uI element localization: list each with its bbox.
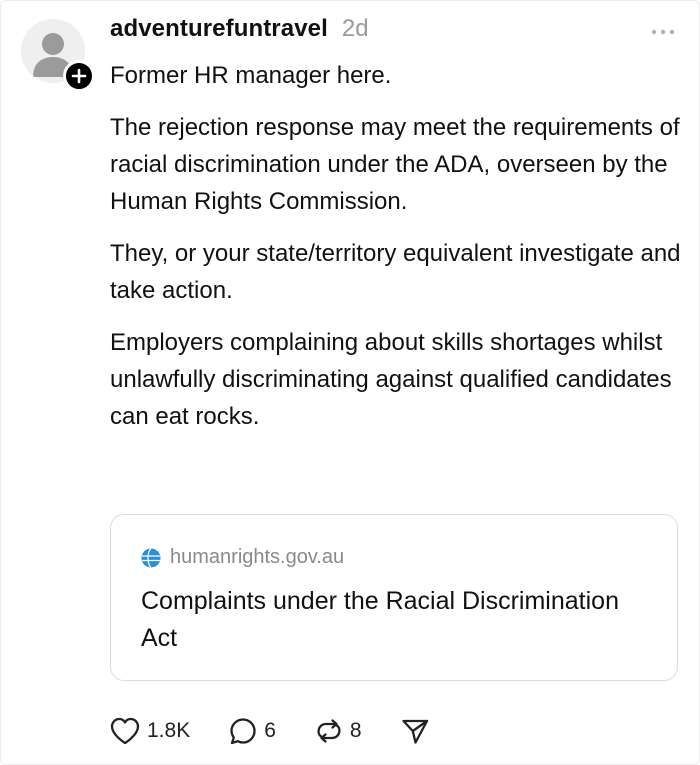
post-paragraph: They, or your state/territory equivalent… xyxy=(110,240,681,304)
avatar-group xyxy=(21,19,95,92)
action-bar: 1.8K 6 8 xyxy=(109,714,468,748)
post-body: Former HR manager here. The rejection re… xyxy=(110,57,690,450)
plus-icon xyxy=(71,68,87,84)
link-title: Complaints under the Racial Discriminati… xyxy=(141,587,619,652)
reply-count: 6 xyxy=(264,719,276,742)
heart-icon xyxy=(110,717,140,745)
globe-icon xyxy=(141,547,161,568)
post-paragraph: Employers complaining about skills short… xyxy=(110,329,672,430)
post-container: adventurefuntravel 2d Former HR manager … xyxy=(0,0,700,765)
username[interactable]: adventurefuntravel xyxy=(110,15,328,43)
like-button[interactable]: 1.8K xyxy=(109,716,190,746)
ellipsis-icon xyxy=(651,29,675,35)
timestamp: 2d xyxy=(341,15,369,42)
more-options-button[interactable] xyxy=(647,21,679,43)
link-domain-row: humanrights.gov.au xyxy=(141,546,344,569)
repost-icon xyxy=(317,719,341,743)
post-header: adventurefuntravel 2d xyxy=(110,15,369,49)
post-paragraph: Former HR manager here. xyxy=(110,62,392,89)
repost-count: 8 xyxy=(349,719,362,742)
share-button[interactable] xyxy=(400,716,430,746)
like-count: 1.8K xyxy=(147,719,191,742)
send-icon xyxy=(401,719,428,744)
follow-button[interactable] xyxy=(63,60,95,92)
post-paragraph: The rejection response may meet the requ… xyxy=(110,114,680,215)
repost-button[interactable]: 8 xyxy=(314,716,362,746)
link-domain: humanrights.gov.au xyxy=(170,546,345,568)
comment-icon xyxy=(230,718,256,745)
link-preview-card[interactable]: humanrights.gov.au Complaints under the … xyxy=(110,514,678,681)
reply-button[interactable]: 6 xyxy=(228,716,276,746)
